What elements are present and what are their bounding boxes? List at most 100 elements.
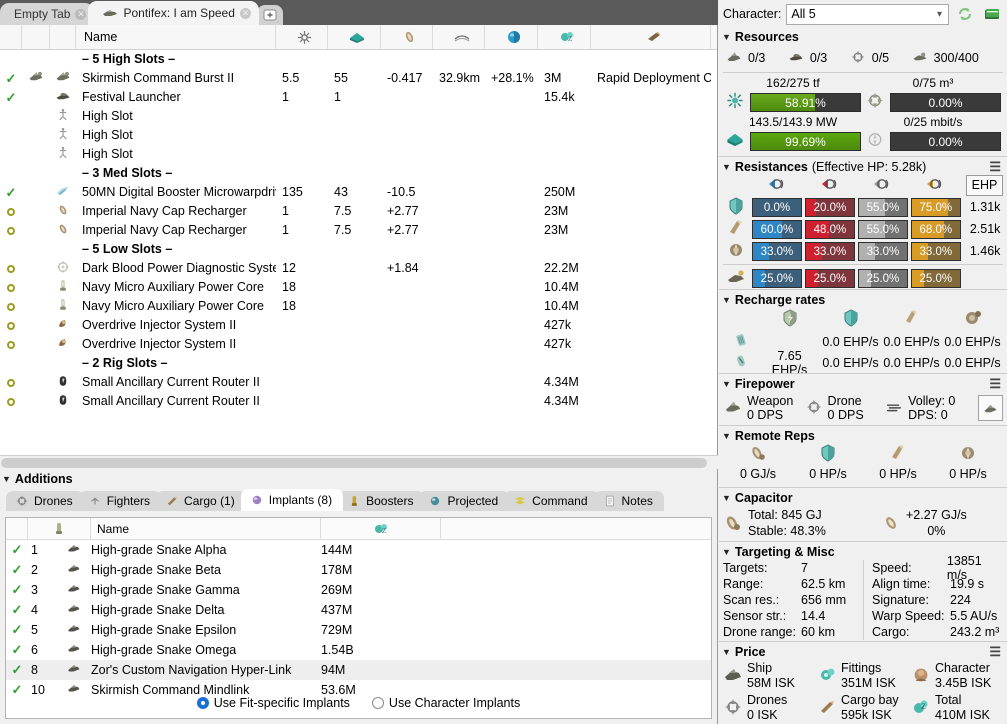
implant-row[interactable]: ✓ 1 High-grade Snake Alpha 144M [6, 540, 711, 560]
implant-row[interactable]: ✓ 8 Zor's Custom Navigation Hyper-Link 94M [6, 660, 711, 680]
capacitor-section-header[interactable]: ▼ Capacitor [719, 487, 1007, 505]
additions-tab-fighters[interactable]: Fighters [78, 491, 162, 511]
module-offline-icon[interactable] [7, 264, 15, 273]
character-select[interactable]: All 5 ▾ [786, 3, 949, 25]
fitting-row[interactable]: High Slot [0, 107, 717, 126]
fit-tab-pontifex[interactable]: Pontifex: I am Speed ✕ [88, 1, 259, 25]
implant-enabled-icon[interactable]: ✓ [6, 642, 28, 658]
module-state-cell[interactable] [0, 278, 22, 297]
implant-row[interactable]: ✓ 6 High-grade Snake Omega 1.54B [6, 640, 711, 660]
column-icon1[interactable] [22, 24, 50, 50]
module-state-cell[interactable] [0, 392, 22, 411]
resources-section-header[interactable]: ▼ Resources [719, 28, 1007, 46]
module-state-cell[interactable] [0, 335, 22, 354]
ehp-toggle-button[interactable]: EHP [966, 174, 1004, 196]
implant-row[interactable]: ✓ 5 High-grade Snake Epsilon 729M [6, 620, 711, 640]
column-powergrid[interactable] [328, 24, 381, 50]
additions-tab-notes[interactable]: Notes [593, 491, 664, 511]
module-offline-icon[interactable] [7, 340, 15, 349]
collapse-triangle-icon[interactable]: ▼ [722, 295, 731, 305]
radio-dot-icon[interactable] [371, 697, 384, 709]
additions-tab-implants[interactable]: Implants (8) [240, 489, 344, 511]
implant-enabled-icon[interactable]: ✓ [6, 662, 28, 678]
fitting-row[interactable]: High Slot [0, 126, 717, 145]
fitting-row[interactable]: ✓ 50MN Digital Booster Microwarpdrive 135 4… [0, 183, 717, 202]
implant-enabled-icon[interactable]: ✓ [6, 602, 28, 618]
module-state-cell[interactable] [0, 126, 22, 145]
column-enabled[interactable] [6, 517, 28, 540]
implant-enabled-icon[interactable]: ✓ [6, 562, 28, 578]
column-implant-price[interactable]: Z [321, 517, 441, 540]
module-enabled-icon[interactable]: ✓ [6, 185, 17, 200]
module-offline-icon[interactable] [7, 283, 15, 292]
remote-reps-section-header[interactable]: ▼ Remote Reps [719, 425, 1007, 443]
fitting-row[interactable]: Navy Micro Auxiliary Power Core 18 10.4M [0, 297, 717, 316]
resistances-menu-icon[interactable]: ☰ [989, 159, 1001, 175]
fit-tab-empty[interactable]: Empty Tab ✕ [0, 3, 95, 25]
fitting-row[interactable]: Dark Blood Power Diagnostic System 12 +1.8… [0, 259, 717, 278]
column-cpu[interactable] [276, 24, 328, 50]
column-speed[interactable] [485, 24, 538, 50]
collapse-triangle-icon[interactable]: ▼ [722, 431, 731, 441]
implant-enabled-icon[interactable]: ✓ [6, 542, 28, 558]
module-state-cell[interactable] [0, 107, 22, 126]
module-state-cell[interactable]: ✓ [0, 88, 22, 107]
implant-enabled-icon[interactable]: ✓ [6, 582, 28, 598]
additions-tab-projected[interactable]: Projected [419, 491, 510, 511]
firepower-graph-button[interactable] [978, 395, 1003, 421]
column-implant-name[interactable]: Name [91, 517, 321, 540]
implant-row[interactable]: ✓ 2 High-grade Snake Beta 178M [6, 560, 711, 580]
module-offline-icon[interactable] [7, 207, 15, 216]
fitting-row[interactable]: Overdrive Injector System II 427k [0, 335, 717, 354]
implant-row[interactable]: ✓ 3 High-grade Snake Gamma 269M [6, 580, 711, 600]
collapse-triangle-icon[interactable]: ▼ [722, 547, 731, 557]
implant-enabled-icon[interactable]: ✓ [6, 622, 28, 638]
fitting-row[interactable]: Imperial Navy Cap Recharger 1 7.5 +2.77 23M [0, 202, 717, 221]
close-icon[interactable]: ✕ [75, 8, 87, 20]
module-state-cell[interactable] [0, 221, 22, 240]
fitting-row[interactable]: Navy Micro Auxiliary Power Core 18 10.4M [0, 278, 717, 297]
module-state-cell[interactable] [0, 259, 22, 278]
fitting-row[interactable]: ✓ Festival Launcher 1 1 15.4k [0, 88, 717, 107]
column-price[interactable]: Z [538, 24, 591, 50]
scrollbar-thumb[interactable] [1, 458, 707, 468]
module-offline-icon[interactable] [7, 378, 15, 387]
module-enabled-icon[interactable]: ✓ [6, 71, 17, 86]
fitting-list-scrollbar[interactable] [0, 455, 718, 469]
additions-tab-boosters[interactable]: Boosters [338, 491, 425, 511]
collapse-triangle-icon[interactable]: ▼ [722, 32, 731, 42]
wallet-button[interactable] [981, 3, 1003, 25]
module-offline-icon[interactable] [7, 321, 15, 330]
module-state-cell[interactable]: ✓ [0, 183, 22, 202]
price-menu-icon[interactable]: ☰ [989, 644, 1001, 660]
targeting-section-header[interactable]: ▼ Targeting & Misc [719, 541, 1007, 559]
collapse-triangle-icon[interactable]: ▼ [722, 379, 731, 389]
fitting-row[interactable]: Imperial Navy Cap Recharger 1 7.5 +2.77 23M [0, 221, 717, 240]
fitting-row[interactable]: Overdrive Injector System II 427k [0, 316, 717, 335]
column-range[interactable] [433, 24, 485, 50]
collapse-triangle-icon[interactable]: ▼ [2, 474, 11, 484]
additions-tab-command[interactable]: Command [504, 491, 599, 511]
column-state[interactable] [0, 24, 22, 50]
radio-fit-specific-implants[interactable]: Use Fit-specific Implants [196, 696, 350, 710]
fitting-row[interactable]: ✓ Skirmish Command Burst II 5.5 55 -0.417 32.… [0, 69, 717, 88]
fitting-row[interactable]: High Slot [0, 145, 717, 164]
module-enabled-icon[interactable]: ✓ [6, 90, 17, 105]
column-icon2[interactable] [50, 24, 76, 50]
module-state-cell[interactable] [0, 316, 22, 335]
resistances-section-header[interactable]: ▼ Resistances (Effective HP: 5.28k) ☰ [719, 156, 1007, 174]
fitting-row[interactable]: Small Ancillary Current Router II 4.34M [0, 373, 717, 392]
module-state-cell[interactable] [0, 202, 22, 221]
module-state-cell[interactable] [0, 373, 22, 392]
collapse-triangle-icon[interactable]: ▼ [722, 162, 731, 172]
column-slot[interactable] [28, 517, 91, 540]
new-tab-button[interactable] [256, 5, 283, 25]
recharge-section-header[interactable]: ▼ Recharge rates [719, 289, 1007, 307]
refresh-button[interactable] [954, 3, 976, 25]
module-state-cell[interactable] [0, 145, 22, 164]
module-state-cell[interactable]: ✓ [0, 69, 22, 88]
module-offline-icon[interactable] [7, 397, 15, 406]
close-icon[interactable]: ✕ [239, 7, 251, 19]
module-state-cell[interactable] [0, 297, 22, 316]
collapse-triangle-icon[interactable]: ▼ [722, 647, 731, 657]
